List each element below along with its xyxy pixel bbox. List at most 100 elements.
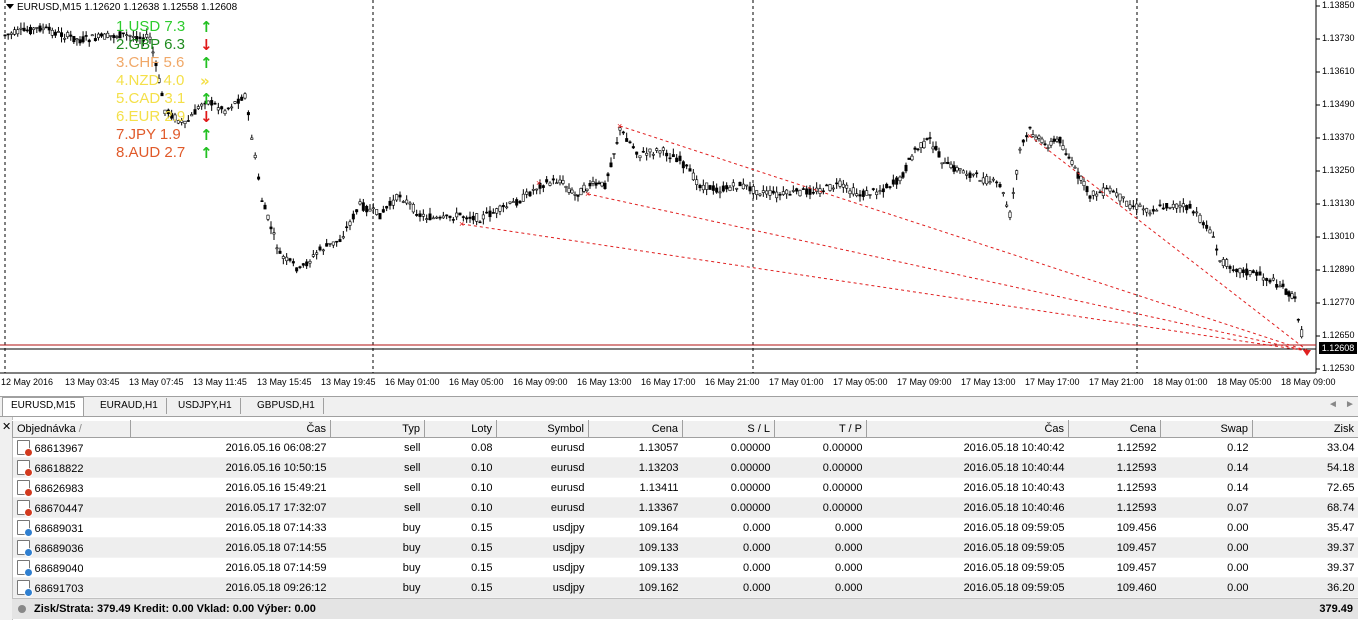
candle-body <box>28 26 32 35</box>
type-cell: buy <box>330 517 425 538</box>
candle-body <box>995 181 999 184</box>
time-tick-label: 17 May 17:00 <box>1025 377 1080 387</box>
time-tick-label: 16 May 09:00 <box>513 377 568 387</box>
close-time-cell: 2016.05.18 09:59:05 <box>866 557 1069 578</box>
candle-body <box>233 101 237 104</box>
candle-body <box>594 182 598 186</box>
candle-body <box>1268 279 1272 283</box>
time-tick-label: 16 May 01:00 <box>385 377 440 387</box>
col-header-sl[interactable]: S / L <box>682 420 775 438</box>
candle-body <box>1258 271 1262 276</box>
chart-menu-triangle-icon[interactable] <box>6 4 14 9</box>
tp-cell: 0.00000 <box>774 437 867 458</box>
col-header-order[interactable]: Objednávka / <box>12 420 131 438</box>
col-header-price[interactable]: Cena <box>588 420 683 438</box>
table-row[interactable]: 68689031 2016.05.18 07:14:33 buy 0.15 usdjpy… <box>12 517 1358 538</box>
buy-order-icon <box>16 560 33 577</box>
table-row[interactable]: 68691703 2016.05.18 09:26:12 buy 0.15 usdjpy… <box>12 577 1358 598</box>
candle-body <box>1125 200 1129 207</box>
col-header-profit[interactable]: Zisk <box>1252 420 1358 438</box>
close-price-cell: 1.12593 <box>1068 477 1161 498</box>
candle-body <box>919 142 923 149</box>
symbol-cell: usdjpy <box>496 577 589 598</box>
candle-body <box>711 185 715 191</box>
close-icon[interactable]: ✕ <box>2 420 11 433</box>
col-header-lots[interactable]: Loty <box>424 420 497 438</box>
candle-body <box>904 164 908 172</box>
price-tick-label: 1.13010 <box>1322 231 1355 241</box>
tab-gbpusd-h1[interactable]: GBPUSD,H1 <box>249 398 324 414</box>
profit-cell: 36.20 <box>1252 577 1358 598</box>
candle-body <box>922 140 926 149</box>
order-number: 68626983 <box>34 483 84 495</box>
candle-body <box>298 266 302 268</box>
candle-body <box>1231 269 1235 271</box>
candle-body <box>828 184 832 191</box>
candle-body <box>1178 204 1182 208</box>
tab-scroll-right-icon[interactable]: ► <box>1345 399 1355 410</box>
candle-body <box>708 185 712 190</box>
candle-body <box>603 182 607 189</box>
table-row[interactable]: 68618822 2016.05.16 10:50:15 sell 0.10 eurus… <box>12 457 1358 478</box>
candle-body <box>381 209 385 213</box>
candle-body <box>848 190 852 195</box>
candle-body <box>975 172 979 175</box>
trade-line <box>619 125 1309 352</box>
open-time-cell: 2016.05.18 07:14:59 <box>130 557 331 578</box>
candle-body <box>591 181 595 184</box>
lots-cell: 0.08 <box>424 437 497 458</box>
col-header-symbol[interactable]: Symbol <box>496 420 589 438</box>
open-time-cell: 2016.05.16 10:50:15 <box>130 457 331 478</box>
candle-body <box>69 34 73 37</box>
tab-usdjpy-h1[interactable]: USDJPY,H1 <box>170 398 241 414</box>
close-price-cell: 109.457 <box>1068 557 1161 578</box>
col-header-close-time[interactable]: Čas <box>866 420 1069 438</box>
table-row[interactable]: 68613967 2016.05.16 06:08:27 sell 0.08 eurus… <box>12 437 1358 458</box>
price-cell: 109.133 <box>588 557 683 578</box>
candle-body <box>1145 208 1149 213</box>
table-row[interactable]: 68689036 2016.05.18 07:14:55 buy 0.15 usdjpy… <box>12 537 1358 558</box>
price-cell: 1.13203 <box>588 457 683 478</box>
col-header-tp[interactable]: T / P <box>774 420 867 438</box>
price-tick-label: 1.12650 <box>1322 330 1355 340</box>
candle-body <box>761 190 765 193</box>
time-tick-label: 16 May 17:00 <box>641 377 696 387</box>
candle-body <box>1228 266 1232 269</box>
candle-body <box>285 256 289 262</box>
candle-body <box>348 221 352 226</box>
col-header-open-time[interactable]: Čas <box>130 420 331 438</box>
tab-eurusd-m15[interactable]: EURUSD,M15 <box>2 397 85 416</box>
candle-body <box>791 190 795 192</box>
candle-body <box>291 261 295 264</box>
table-row[interactable]: 68670447 2016.05.17 17:32:07 sell 0.10 eurus… <box>12 497 1358 518</box>
order-number: 68670447 <box>34 503 84 515</box>
table-row[interactable]: 68626983 2016.05.16 15:49:21 sell 0.10 eurus… <box>12 477 1358 498</box>
candle-body <box>861 190 865 197</box>
candle-body <box>535 188 539 191</box>
candle-body <box>1046 147 1050 149</box>
candle-body <box>325 243 329 247</box>
tab-scroll-left-icon[interactable]: ◄ <box>1328 399 1338 410</box>
col-header-type[interactable]: Typ <box>330 420 425 438</box>
candle-body <box>701 184 705 191</box>
tab-euraud-h1[interactable]: EURAUD,H1 <box>92 398 167 414</box>
summary-total: 379.49 <box>1319 603 1353 615</box>
candle-body <box>41 27 45 31</box>
strength-label: 2.GBP 6.3 <box>116 36 185 53</box>
candle-body <box>1218 260 1222 262</box>
table-row[interactable]: 68689040 2016.05.18 07:14:59 buy 0.15 usdjpy… <box>12 557 1358 578</box>
candle-body <box>1131 205 1135 208</box>
col-header-swap[interactable]: Swap <box>1160 420 1253 438</box>
candle-body <box>525 191 529 195</box>
candle-body <box>475 213 479 222</box>
candle-body <box>1064 153 1068 155</box>
trade-marker: × <box>536 178 541 188</box>
candle-body <box>671 154 675 158</box>
candle-body <box>87 39 91 43</box>
sell-order-icon <box>16 500 33 517</box>
col-header-close-price[interactable]: Cena <box>1068 420 1161 438</box>
time-tick-label: 13 May 15:45 <box>257 377 312 387</box>
candle-body <box>612 153 616 155</box>
price-chart[interactable]: × × × × × EURUSD,M15 1.12620 1.12638 1.12558… <box>0 0 1358 395</box>
open-time-cell: 2016.05.18 07:14:33 <box>130 517 331 538</box>
